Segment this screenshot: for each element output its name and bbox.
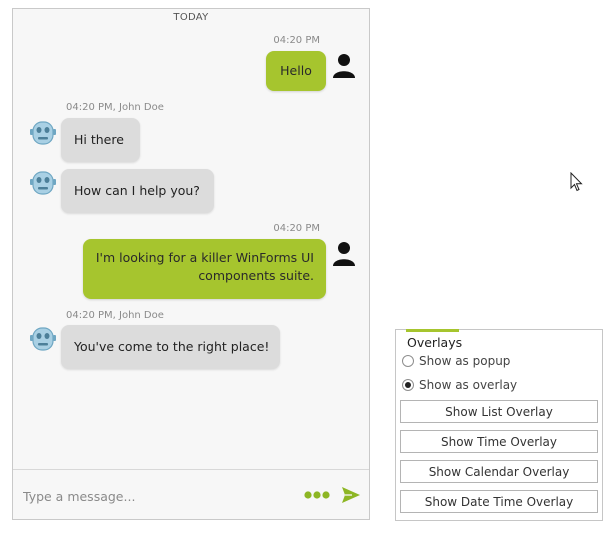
- overlays-group: Overlays Show as popup Show as overlay S…: [395, 329, 603, 521]
- bot-avatar-icon: [30, 171, 56, 195]
- mouse-cursor-icon: [570, 172, 583, 192]
- day-separator: TODAY: [173, 12, 209, 23]
- send-icon[interactable]: [340, 484, 362, 506]
- radio-show-as-overlay[interactable]: Show as overlay: [402, 376, 517, 394]
- message-bubble-incoming: You've come to the right place!: [61, 325, 280, 369]
- message-input[interactable]: [21, 484, 295, 508]
- user-avatar-icon: [333, 54, 355, 78]
- show-time-overlay-button[interactable]: Show Time Overlay: [400, 430, 598, 453]
- message-meta: 04:20 PM, John Doe: [66, 102, 164, 113]
- group-title: Overlays: [407, 335, 463, 350]
- message-meta: 04:20 PM, John Doe: [66, 310, 164, 321]
- user-avatar-icon: [333, 242, 355, 266]
- bot-avatar-icon: [30, 327, 56, 351]
- message-input-bar: [13, 469, 369, 519]
- message-bubble-outgoing: Hello: [266, 51, 326, 91]
- show-calendar-overlay-button[interactable]: Show Calendar Overlay: [400, 460, 598, 483]
- message-bubble-incoming: Hi there: [61, 118, 140, 162]
- more-options-icon[interactable]: [303, 486, 331, 504]
- radio-show-as-popup[interactable]: Show as popup: [402, 352, 510, 370]
- message-meta: 04:20 PM: [273, 35, 320, 46]
- chat-panel: TODAY 04:20 PM Hello 04:20 PM, John Doe …: [12, 8, 370, 520]
- group-accent-bar: [406, 329, 459, 332]
- radio-label: Show as popup: [419, 354, 511, 368]
- show-list-overlay-button[interactable]: Show List Overlay: [400, 400, 598, 423]
- message-bubble-incoming: How can I help you?: [61, 169, 214, 213]
- message-meta: 04:20 PM: [273, 223, 320, 234]
- bot-avatar-icon: [30, 121, 56, 145]
- show-date-time-overlay-button[interactable]: Show Date Time Overlay: [400, 490, 598, 513]
- radio-button[interactable]: [402, 379, 414, 391]
- radio-button[interactable]: [402, 355, 414, 367]
- radio-label: Show as overlay: [419, 378, 518, 392]
- message-bubble-outgoing: I'm looking for a killer WinForms UI com…: [83, 239, 326, 299]
